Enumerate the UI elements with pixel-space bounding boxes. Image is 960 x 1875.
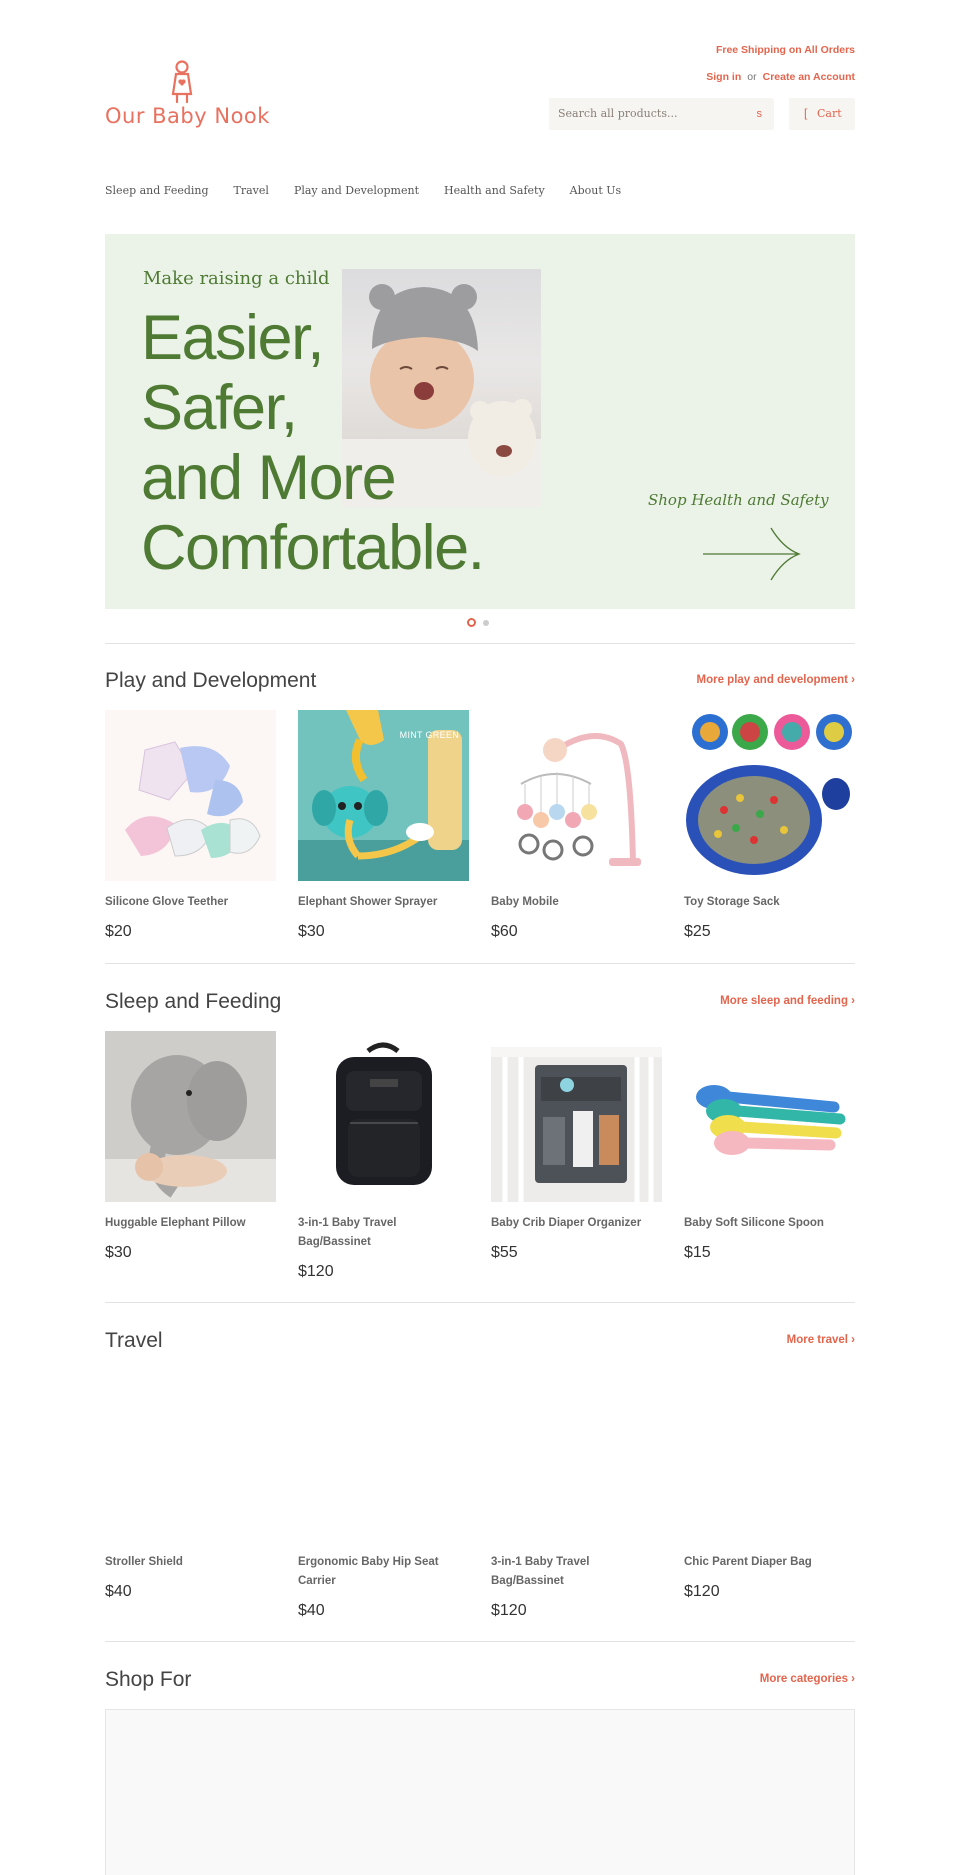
divider [105, 963, 855, 964]
product-price: $120 [298, 1263, 334, 1280]
product-card[interactable]: Baby Soft Silicone Spoon $15 [684, 1031, 855, 1262]
more-travel-link[interactable]: More travel › [787, 1334, 855, 1346]
product-name[interactable]: Toy Storage Sack [684, 893, 855, 912]
product-card[interactable]: Baby Crib Diaper Organizer $55 [491, 1031, 662, 1262]
product-card[interactable]: Huggable Elephant Pillow $30 [105, 1031, 276, 1262]
product-image-placeholder[interactable] [684, 1370, 855, 1541]
nav-play-and-development[interactable]: Play and Development [294, 184, 419, 197]
divider [105, 1302, 855, 1303]
product-card[interactable]: Chic Parent Diaper Bag $120 [684, 1370, 855, 1601]
product-card[interactable]: Stroller Shield $40 [105, 1370, 276, 1601]
slider-dots [467, 618, 489, 627]
slide-dot[interactable] [483, 619, 489, 626]
product-image-silicone-spoons[interactable] [684, 1031, 855, 1202]
product-image-placeholder[interactable] [298, 1370, 469, 1541]
product-card[interactable]: MINT GREEN Elephant Shower Sprayer $30 [298, 710, 469, 941]
mother-icon [171, 60, 193, 104]
search-input[interactable]: Search all products... [558, 107, 677, 120]
search-bar: Search all products... s [549, 98, 774, 130]
store-logo[interactable]: Our Baby Nook [105, 60, 269, 140]
cart-icon: [ [804, 106, 808, 120]
cart-button[interactable]: [ Cart [789, 98, 855, 130]
product-price: $30 [298, 923, 325, 940]
product-price: $40 [298, 1602, 325, 1619]
product-name[interactable]: Stroller Shield [105, 1553, 276, 1572]
hero-line-3: and More [141, 443, 397, 513]
product-name[interactable]: Silicone Glove Teether [105, 893, 276, 912]
main-nav: Sleep and Feeding Travel Play and Develo… [105, 184, 646, 197]
section-title-travel: Travel [105, 1329, 163, 1352]
shipping-notice: Free Shipping on All Orders [715, 44, 855, 56]
hero-line-4: Comfortable. [141, 513, 485, 583]
product-name[interactable]: Chic Parent Diaper Bag [684, 1553, 855, 1572]
product-card[interactable]: Ergonomic Baby Hip Seat Carrier $40 [298, 1370, 469, 1620]
product-image-storage-sack[interactable] [684, 710, 855, 881]
product-name[interactable]: Baby Mobile [491, 893, 662, 912]
section-title-shop-for: Shop For [105, 1668, 192, 1691]
section-title-sleep: Sleep and Feeding [105, 990, 282, 1013]
account-links: Sign in or Create an Account [706, 71, 855, 83]
nav-sleep-and-feeding[interactable]: Sleep and Feeding [105, 184, 209, 197]
section-title-play: Play and Development [105, 669, 317, 692]
product-price: $120 [491, 1602, 527, 1619]
product-price: $40 [105, 1583, 132, 1600]
product-price: $60 [491, 923, 518, 940]
product-price: $120 [684, 1583, 720, 1600]
product-name[interactable]: Ergonomic Baby Hip Seat Carrier [298, 1553, 469, 1591]
or-separator: or [747, 71, 757, 83]
category-collage[interactable] [105, 1709, 855, 1875]
sign-in-link[interactable]: Sign in [706, 71, 741, 83]
hero-cta-link[interactable]: Shop Health and Safety [648, 491, 829, 509]
product-price: $20 [105, 923, 132, 940]
product-price: $15 [684, 1244, 711, 1261]
product-card[interactable]: Silicone Glove Teether $20 [105, 710, 276, 941]
product-card[interactable]: Toy Storage Sack $25 [684, 710, 855, 941]
hero-line-1: Easier, [141, 303, 325, 373]
product-image-elephant-pillow[interactable] [105, 1031, 276, 1202]
product-price: $30 [105, 1244, 132, 1261]
search-icon[interactable]: s [757, 108, 763, 120]
product-variant-badge: MINT GREEN [399, 730, 459, 740]
product-price: $25 [684, 923, 711, 940]
divider [105, 643, 855, 644]
hero-line-2: Safer, [141, 373, 298, 443]
nav-about-us[interactable]: About Us [570, 184, 622, 197]
divider [105, 1641, 855, 1642]
brand-name: Our Baby Nook [105, 104, 270, 128]
nav-health-and-safety[interactable]: Health and Safety [444, 184, 545, 197]
product-image-baby-mobile[interactable] [491, 710, 662, 881]
product-name[interactable]: Baby Crib Diaper Organizer [491, 1214, 662, 1233]
product-image-placeholder[interactable] [105, 1370, 276, 1541]
product-card[interactable]: 3-in-1 Baby Travel Bag/Bassinet $120 [491, 1370, 662, 1620]
product-image-teether[interactable] [105, 710, 276, 881]
hero-kicker: Make raising a child [143, 268, 330, 289]
product-image-elephant-sprayer[interactable]: MINT GREEN [298, 710, 469, 881]
cart-label: Cart [817, 107, 842, 120]
product-name[interactable]: Baby Soft Silicone Spoon [684, 1214, 855, 1233]
product-name[interactable]: 3-in-1 Baby Travel Bag/Bassinet [298, 1214, 469, 1252]
product-card[interactable]: 3-in-1 Baby Travel Bag/Bassinet $120 [298, 1031, 469, 1281]
nav-travel[interactable]: Travel [234, 184, 269, 197]
arrow-right-icon [703, 527, 801, 581]
product-name[interactable]: 3-in-1 Baby Travel Bag/Bassinet [491, 1553, 662, 1591]
more-play-link[interactable]: More play and development › [697, 674, 855, 686]
product-name[interactable]: Huggable Elephant Pillow [105, 1214, 276, 1233]
more-categories-link[interactable]: More categories › [760, 1673, 855, 1685]
product-image-diaper-organizer[interactable] [491, 1031, 662, 1202]
product-image-travel-backpack[interactable] [298, 1031, 469, 1202]
more-sleep-link[interactable]: More sleep and feeding › [720, 995, 855, 1007]
product-card[interactable]: Baby Mobile $60 [491, 710, 662, 941]
product-name[interactable]: Elephant Shower Sprayer [298, 893, 469, 912]
hero-banner[interactable]: Make raising a child Easier, Safer, and … [105, 234, 855, 609]
product-price: $55 [491, 1244, 518, 1261]
slide-dot-active[interactable] [467, 618, 476, 627]
product-image-placeholder[interactable] [491, 1370, 662, 1541]
create-account-link[interactable]: Create an Account [763, 71, 855, 83]
